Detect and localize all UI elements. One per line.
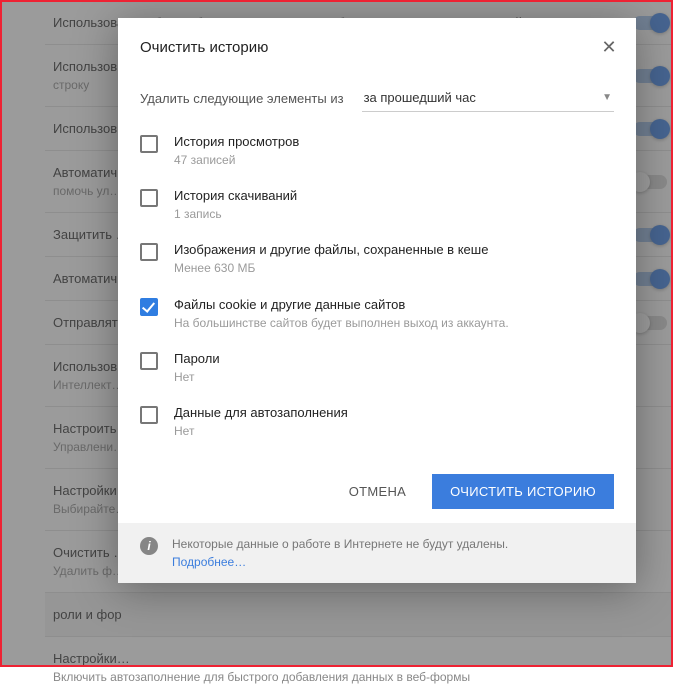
checkbox[interactable] bbox=[140, 243, 158, 261]
clear-item-title: История скачиваний bbox=[174, 188, 614, 203]
clear-item-subtitle: 1 запись bbox=[174, 206, 614, 222]
chevron-down-icon: ▼ bbox=[602, 92, 612, 103]
clear-item-subtitle: Менее 630 МБ bbox=[174, 260, 614, 276]
footer-text-block: Некоторые данные о работе в Интернете не… bbox=[172, 537, 508, 569]
clear-item-subtitle: Нет bbox=[174, 423, 614, 439]
clear-item-body: История скачиваний 1 запись bbox=[174, 188, 614, 222]
clear-item-body: Изображения и другие файлы, сохраненные … bbox=[174, 242, 614, 276]
clear-item-title: Данные для автозаполнения bbox=[174, 405, 614, 420]
footer-text: Некоторые данные о работе в Интернете не… bbox=[172, 537, 508, 551]
clear-item-title: Пароли bbox=[174, 351, 614, 366]
dialog-title: Очистить историю bbox=[140, 39, 268, 56]
clear-item-subtitle: Нет bbox=[174, 369, 614, 385]
clear-items-list: История просмотров 47 записей История скач… bbox=[118, 122, 636, 460]
clear-item-body: Данные для автозаполнения Нет bbox=[174, 405, 614, 439]
checkbox[interactable] bbox=[140, 406, 158, 424]
clear-history-dialog: Очистить историю ✕ Удалить следующие эле… bbox=[118, 18, 636, 583]
clear-item-title: Файлы cookie и другие данные сайтов bbox=[174, 297, 614, 312]
close-icon[interactable]: ✕ bbox=[598, 36, 620, 58]
time-range-select[interactable]: за прошедший час ▼ bbox=[362, 84, 614, 112]
cancel-button[interactable]: Отмена bbox=[331, 474, 424, 509]
clear-item: История просмотров 47 записей bbox=[140, 124, 614, 178]
time-range-row: Удалить следующие элементы из за прошедш… bbox=[118, 64, 636, 122]
clear-item: Данные размещаемых приложений6 приложени… bbox=[140, 449, 614, 460]
clear-item: Файлы cookie и другие данные сайтов На бо… bbox=[140, 287, 614, 341]
clear-item: Изображения и другие файлы, сохраненные … bbox=[140, 232, 614, 286]
setting-subtitle: Включить автозаполнение для быстрого доб… bbox=[53, 670, 623, 684]
clear-item-title: Изображения и другие файлы, сохраненные … bbox=[174, 242, 614, 257]
info-icon: i bbox=[140, 537, 158, 555]
dialog-header: Очистить историю ✕ bbox=[118, 18, 636, 64]
checkbox[interactable] bbox=[140, 298, 158, 316]
clear-item-body: Пароли Нет bbox=[174, 351, 614, 385]
delete-label: Удалить следующие элементы из bbox=[140, 91, 344, 106]
clear-item-body: История просмотров 47 записей bbox=[174, 134, 614, 168]
learn-more-link[interactable]: Подробнее… bbox=[172, 555, 246, 569]
checkbox[interactable] bbox=[140, 352, 158, 370]
clear-item: Данные для автозаполнения Нет bbox=[140, 395, 614, 449]
clear-history-button[interactable]: Очистить историю bbox=[432, 474, 614, 509]
clear-item: Пароли Нет bbox=[140, 341, 614, 395]
clear-item-subtitle: 47 записей bbox=[174, 152, 614, 168]
time-range-value: за прошедший час bbox=[364, 90, 476, 105]
dialog-footer: i Некоторые данные о работе в Интернете … bbox=[118, 523, 636, 583]
checkbox[interactable] bbox=[140, 189, 158, 207]
clear-item: История скачиваний 1 запись bbox=[140, 178, 614, 232]
dialog-actions: Отмена Очистить историю bbox=[118, 460, 636, 523]
clear-item-subtitle: На большинстве сайтов будет выполнен вых… bbox=[174, 315, 614, 331]
clear-item-title: История просмотров bbox=[174, 134, 614, 149]
clear-item-body: Файлы cookie и другие данные сайтов На бо… bbox=[174, 297, 614, 331]
checkbox[interactable] bbox=[140, 135, 158, 153]
